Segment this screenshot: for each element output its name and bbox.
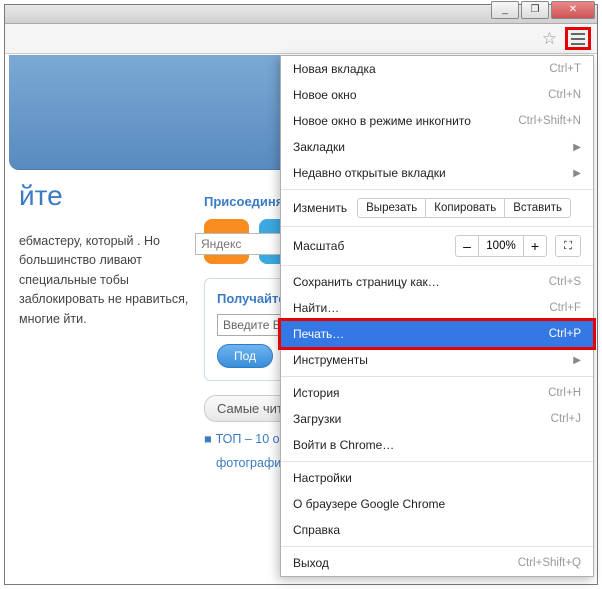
maximize-button[interactable]: ❐ <box>521 1 549 19</box>
bookmark-star-icon[interactable]: ☆ <box>542 29 557 49</box>
cut-button[interactable]: Вырезать <box>357 198 426 218</box>
menu-item[interactable]: Новое окно в режиме инкогнито Ctrl+Shift+… <box>281 108 593 134</box>
menu-shortcut: Ctrl+T <box>549 63 581 75</box>
menu-separator <box>281 546 593 547</box>
close-button[interactable]: ✕ <box>551 1 595 19</box>
titlebar: _ ❐ ✕ <box>5 5 597 24</box>
zoom-value: 100% <box>479 235 523 257</box>
subscribe-button[interactable]: Под <box>217 344 273 368</box>
menu-item[interactable]: Закладки ▶ <box>281 134 593 160</box>
search-input[interactable] <box>195 233 285 255</box>
menu-item[interactable]: Инструменты ▶ <box>281 347 593 373</box>
menu-item-label: Выход <box>293 556 329 570</box>
menu-item[interactable]: Недавно открытые вкладки ▶ <box>281 160 593 186</box>
menu-item[interactable]: Печать… Ctrl+P <box>278 318 596 350</box>
menu-shortcut: Ctrl+J <box>551 413 581 425</box>
menu-shortcut: Ctrl+H <box>548 387 581 399</box>
edit-row: Изменить Вырезать Копировать Вставить <box>281 193 593 223</box>
menu-shortcut: Ctrl+N <box>548 89 581 101</box>
fullscreen-button[interactable]: ⛶ <box>555 235 581 257</box>
paste-button[interactable]: Вставить <box>505 198 571 218</box>
page-title: йте <box>19 180 191 212</box>
menu-separator <box>281 376 593 377</box>
menu-item[interactable]: Выход Ctrl+Shift+Q <box>281 550 593 576</box>
menu-shortcut: Ctrl+P <box>549 328 581 340</box>
zoom-out-button[interactable]: – <box>455 235 479 257</box>
menu-item[interactable]: Справка <box>281 517 593 543</box>
menu-item[interactable]: Новое окно Ctrl+N <box>281 82 593 108</box>
menu-item-label: О браузере Google Chrome <box>293 497 445 511</box>
menu-item-label: Печать… <box>293 327 344 341</box>
zoom-label: Масштаб <box>293 239 455 253</box>
chevron-right-icon: ▶ <box>573 355 581 366</box>
menu-separator <box>281 265 593 266</box>
menu-item-label: Справка <box>293 523 340 537</box>
menu-separator <box>281 189 593 190</box>
address-bar: ☆ <box>5 24 597 54</box>
main-menu: Новая вкладкаCtrl+TНовое окноCtrl+NНовое… <box>280 55 594 577</box>
menu-item-label: Закладки <box>293 140 345 154</box>
zoom-in-button[interactable]: + <box>523 235 547 257</box>
menu-item[interactable]: Войти в Chrome… <box>281 432 593 458</box>
menu-shortcut: Ctrl+F <box>549 302 581 314</box>
main-menu-button[interactable] <box>565 27 591 50</box>
browser-window: _ ❐ ✕ ☆ йте ебмастеру, который . Но боль… <box>4 4 598 585</box>
menu-item[interactable]: Новая вкладка Ctrl+T <box>281 56 593 82</box>
menu-item[interactable]: Сохранить страницу как… Ctrl+S <box>281 269 593 295</box>
menu-item-label: Новое окно в режиме инкогнито <box>293 114 471 128</box>
menu-item-label: Найти… <box>293 301 339 315</box>
menu-item-label: Инструменты <box>293 353 368 367</box>
menu-item-label: Загрузки <box>293 412 341 426</box>
menu-item-label: Новое окно <box>293 88 357 102</box>
menu-item[interactable]: История Ctrl+H <box>281 380 593 406</box>
menu-item-label: Настройки <box>293 471 352 485</box>
menu-separator <box>281 461 593 462</box>
zoom-row: Масштаб – 100% + ⛶ <box>281 230 593 262</box>
menu-item[interactable]: О браузере Google Chrome <box>281 491 593 517</box>
menu-item[interactable]: Загрузки Ctrl+J <box>281 406 593 432</box>
menu-shortcut: Ctrl+Shift+Q <box>518 557 581 569</box>
menu-item-label: Войти в Chrome… <box>293 438 394 452</box>
menu-item-label: Недавно открытые вкладки <box>293 166 446 180</box>
chevron-right-icon: ▶ <box>573 168 581 179</box>
menu-shortcut: Ctrl+S <box>549 276 581 288</box>
menu-item-label: История <box>293 386 340 400</box>
menu-item[interactable]: Настройки <box>281 465 593 491</box>
menu-shortcut: Ctrl+Shift+N <box>518 115 581 127</box>
menu-separator <box>281 226 593 227</box>
menu-item-label: Сохранить страницу как… <box>293 275 440 289</box>
edit-label: Изменить <box>293 201 347 215</box>
body-text: ебмастеру, который . Но большинство лива… <box>19 232 189 329</box>
copy-button[interactable]: Копировать <box>426 198 505 218</box>
chevron-right-icon: ▶ <box>573 142 581 153</box>
menu-item-label: Новая вкладка <box>293 62 376 76</box>
minimize-button[interactable]: _ <box>491 1 519 19</box>
